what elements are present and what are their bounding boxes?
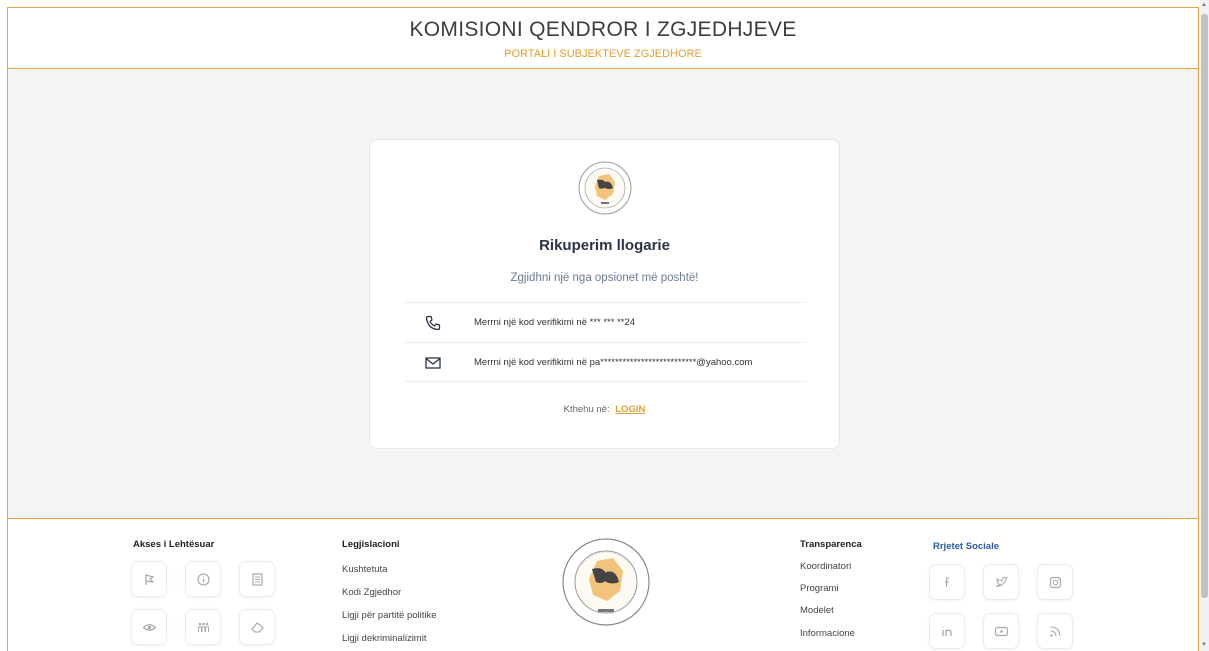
twitter-icon[interactable] <box>983 564 1019 600</box>
link-ligji-partite[interactable]: Ligji për partitë politike <box>342 610 437 621</box>
back-row: Kthehu në: LOGIN <box>370 404 839 415</box>
linkedin-icon[interactable] <box>929 613 965 649</box>
flag-icon[interactable] <box>131 561 167 597</box>
link-kodi-zgjedhor[interactable]: Kodi Zgjedhor <box>342 587 401 598</box>
link-informacione[interactable]: Informacione <box>800 628 855 639</box>
link-koordinatori[interactable]: Koordinatori <box>800 561 851 572</box>
recovery-heading: Rikuperim llogarie <box>539 237 670 254</box>
recovery-subheading: Zgjidhni një nga opsionet më poshtë! <box>510 272 699 284</box>
recovery-card: Rikuperim llogarie Zgjidhni një nga opsi… <box>369 139 840 449</box>
instagram-icon[interactable] <box>1037 564 1073 600</box>
phone-icon <box>425 315 441 331</box>
rss-icon[interactable] <box>1037 613 1073 649</box>
option-email[interactable]: Merrni një kod verifikimi në pa*********… <box>404 342 807 382</box>
footer: Akses i Lehtësuar Legjislacioni Kushtetu… <box>8 518 1198 651</box>
option-phone[interactable]: Merrni një kod verifikimi në *** *** **2… <box>404 302 807 342</box>
kqz-logo <box>578 161 632 215</box>
link-modelet[interactable]: Modelet <box>800 605 834 616</box>
scroll-up-icon[interactable]: ▲ <box>1201 2 1207 8</box>
header: KOMISIONI QENDROR I ZGJEDHJEVE PORTALI I… <box>8 8 1198 69</box>
page-subtitle: PORTALI I SUBJEKTEVE ZGJEDHORE <box>504 48 702 60</box>
hand-icon[interactable] <box>239 609 275 645</box>
mail-icon <box>425 357 441 369</box>
option-phone-label: Merrni një kod verifikimi në *** *** **2… <box>474 317 636 328</box>
eye-icon[interactable] <box>131 609 167 645</box>
facebook-icon[interactable] <box>929 564 965 600</box>
people-icon[interactable] <box>185 609 221 645</box>
page-title: KOMISIONI QENDROR I ZGJEDHJEVE <box>409 18 797 41</box>
link-kushtetuta[interactable]: Kushtetuta <box>342 564 387 575</box>
link-programi[interactable]: Programi <box>800 583 839 594</box>
link-ligji-dekriminalizimit[interactable]: Ligji dekriminalizimit <box>342 633 426 644</box>
document-icon[interactable] <box>239 561 275 597</box>
legislation-title: Legjislacioni <box>342 539 400 550</box>
transparency-title: Transparenca <box>800 539 862 550</box>
page-frame: KOMISIONI QENDROR I ZGJEDHJEVE PORTALI I… <box>7 7 1199 651</box>
social-title: Rrjetet Sociale <box>933 541 999 552</box>
option-email-label: Merrni një kod verifikimi në pa*********… <box>474 357 753 368</box>
vertical-scrollbar[interactable]: ▲ ▼ <box>1200 0 1209 651</box>
kqz-footer-logo <box>562 538 650 626</box>
accessibility-title: Akses i Lehtësuar <box>133 539 215 550</box>
scrollbar-thumb[interactable] <box>1201 14 1208 598</box>
scroll-down-icon[interactable]: ▼ <box>1201 642 1207 648</box>
info-icon[interactable] <box>185 561 221 597</box>
back-text: Kthehu në: <box>563 404 610 415</box>
login-link[interactable]: LOGIN <box>615 404 645 415</box>
youtube-icon[interactable] <box>983 613 1019 649</box>
